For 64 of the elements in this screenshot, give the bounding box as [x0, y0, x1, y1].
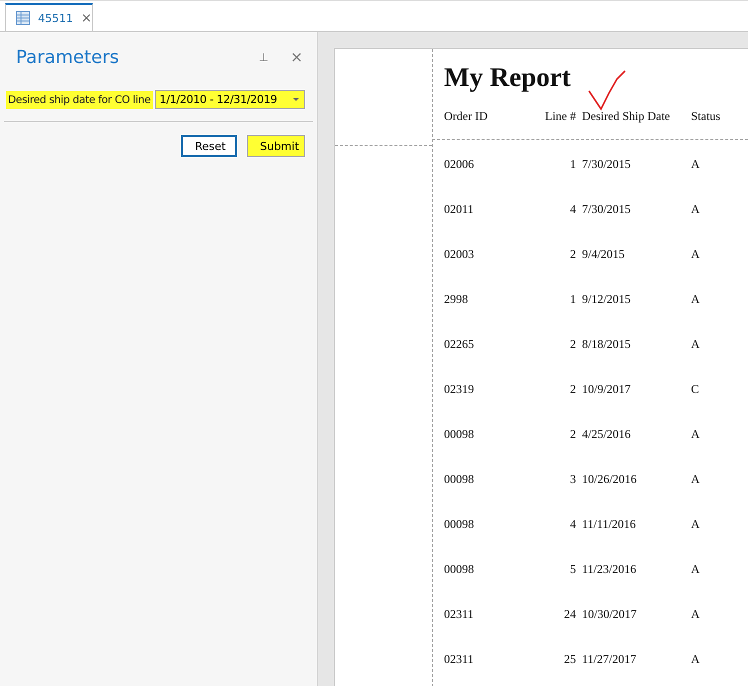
table-cell-text: 1 [569, 291, 577, 308]
table-cell-text: 4 [569, 201, 577, 218]
table-cell-text: A [691, 201, 701, 218]
table-cell-text: A [691, 291, 701, 308]
table-cell-text: A [691, 516, 701, 533]
table-cell-text: 02011 [444, 201, 475, 218]
table-cell-text: 11/27/2017 [582, 651, 638, 668]
table-cell-text: 11/11/2016 [582, 516, 637, 533]
table-cell-text: A [691, 606, 701, 623]
table-cell-text: 24 [563, 606, 577, 623]
table-cell-text: 02265 [444, 336, 475, 353]
table-cell-text: 2 [569, 336, 577, 353]
table-cell-text: 10/30/2017 [582, 606, 638, 623]
table-cell-text: A [691, 651, 701, 668]
table-cell-text: 10/26/2016 [582, 471, 638, 488]
report-title: My Report [444, 61, 571, 93]
table-cell-text: 4/25/2016 [582, 426, 632, 443]
table-cell-text: 00098 [444, 471, 475, 488]
table-cell-text: A [691, 426, 701, 443]
column-header: Line # [544, 108, 577, 124]
table-cell-text: 7/30/2015 [582, 201, 632, 218]
table-icon [16, 11, 30, 25]
table-cell-text: 1 [569, 156, 577, 173]
close-icon[interactable]: × [290, 48, 303, 66]
table-cell-text: 02319 [444, 381, 475, 398]
table-cell-text: A [691, 471, 701, 488]
table-cell-text: 25 [563, 651, 577, 668]
form-button[interactable]: Submit [247, 135, 305, 157]
table-cell-text: 10/9/2017 [582, 381, 632, 398]
column-header: Status [691, 108, 722, 124]
column-header: Desired Ship Date [582, 108, 671, 124]
form-button[interactable]: Reset [181, 135, 237, 157]
table-cell-text: A [691, 336, 701, 353]
table-cell-text: 9/4/2015 [582, 246, 626, 263]
table-cell-text: A [691, 561, 701, 578]
table-cell-text: C [691, 381, 700, 398]
pin-icon[interactable]: ⊥ [258, 50, 268, 64]
table-cell-text: 9/12/2015 [582, 291, 632, 308]
table-cell-text: 7/30/2015 [582, 156, 632, 173]
table-cell-text: 5 [569, 561, 577, 578]
table-cell-text: 2 [569, 381, 577, 398]
table-cell-text: 2 [569, 426, 577, 443]
document-tab[interactable]: 45511 × [5, 3, 93, 31]
panel-title: Parameters [16, 46, 120, 68]
table-cell-text: A [691, 156, 701, 173]
table-cell-text: 02311 [444, 606, 475, 623]
table-cell-text: 8/18/2015 [582, 336, 632, 353]
table-cell-text: 2998 [444, 291, 469, 308]
table-cell-text: 00098 [444, 561, 475, 578]
caret-icon [292, 97, 300, 102]
table-cell-text: 3 [569, 471, 577, 488]
table-cell-text: 00098 [444, 516, 475, 533]
table-cell-text: 00098 [444, 426, 475, 443]
table-cell-text: A [691, 246, 701, 263]
table-cell-text: 02003 [444, 246, 475, 263]
close-tab-icon[interactable]: × [81, 10, 92, 26]
table-cell-text: 11/23/2016 [582, 561, 638, 578]
parameter-label: Desired ship date for CO line [6, 90, 152, 108]
table-cell-text: 02311 [444, 651, 475, 668]
date-range-dropdown[interactable]: 1/1/2010 - 12/31/2019 [154, 90, 304, 109]
table-cell-text: 2 [569, 246, 577, 263]
table-cell-text: 4 [569, 516, 577, 533]
table-cell-text: 02006 [444, 156, 475, 173]
column-header: Order ID [444, 108, 489, 124]
